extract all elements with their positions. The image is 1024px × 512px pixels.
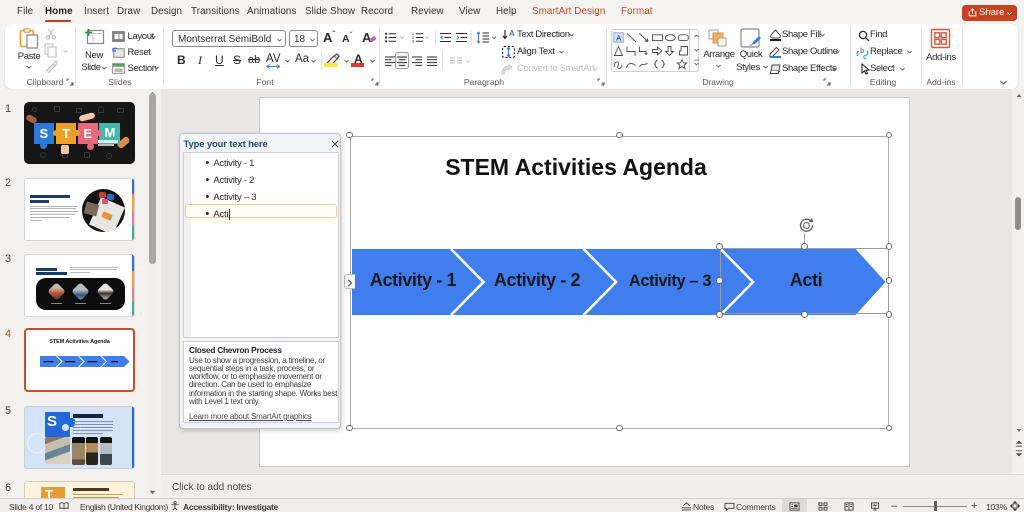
svg-text:c: c (863, 54, 867, 60)
svg-text:A: A (509, 29, 515, 38)
svg-text:A: A (616, 34, 621, 43)
svg-text:3: 3 (412, 40, 414, 43)
